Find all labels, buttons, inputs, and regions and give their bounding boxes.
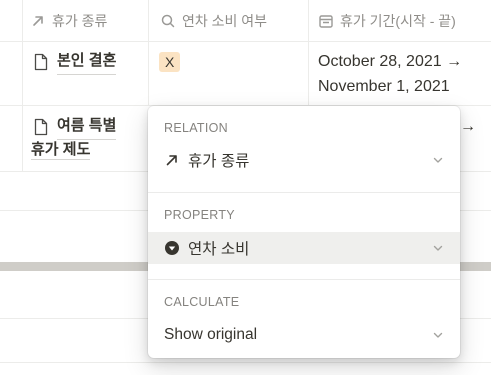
column-header-label: 연차 소비 여부 [182, 13, 268, 29]
chevron-down-icon [433, 332, 443, 338]
calculate-select[interactable]: Show original [148, 319, 460, 351]
column-divider [22, 0, 23, 172]
popup-divider [148, 192, 460, 193]
page-title: 본인 결혼 [57, 49, 117, 75]
relation-select[interactable]: 휴가 종류 [148, 144, 460, 176]
column-header-type[interactable]: 휴가 종류 [30, 0, 107, 42]
popup-divider [148, 279, 460, 280]
select-dropdown-icon [165, 241, 179, 255]
chevron-down-icon [433, 245, 443, 251]
column-divider [148, 0, 149, 106]
date-start: October 28, 2021 → [318, 53, 463, 70]
page-icon [34, 53, 48, 71]
section-label-relation: RELATION [164, 121, 228, 135]
date-arrow: → [460, 118, 476, 135]
page-title: 여름 특별 [57, 114, 117, 140]
calendar-icon [319, 15, 333, 28]
page-link[interactable]: 본인 결혼 [33, 49, 117, 75]
relation-value: 휴가 종류 [188, 153, 250, 170]
row-divider [0, 362, 491, 363]
column-header-period[interactable]: 휴가 기간(시작 - 끝) [318, 0, 456, 42]
property-select[interactable]: 연차 소비 [148, 232, 460, 264]
arrow-up-right-icon [33, 16, 43, 26]
arrow-up-right-icon [166, 155, 177, 166]
section-label-property: PROPERTY [164, 208, 235, 222]
page-link[interactable]: 여름 특별 [33, 114, 117, 140]
chevron-down-icon [433, 157, 443, 163]
column-header-label: 휴가 기간(시작 - 끝) [340, 13, 456, 29]
page-title: 휴가 제도 [31, 141, 91, 160]
column-header-used[interactable]: 연차 소비 여부 [160, 0, 267, 42]
section-label-calculate: CALCULATE [164, 295, 240, 309]
row-divider [0, 41, 491, 42]
search-icon [161, 14, 175, 28]
date-end: November 1, 2021 [318, 78, 450, 95]
column-header-label: 휴가 종류 [52, 13, 108, 29]
calculate-value: Show original [164, 326, 258, 343]
page-icon [34, 118, 48, 136]
rollup-config-popup: RELATION 휴가 종류 PROPERTY 연차 소비 CALCULATE … [148, 106, 460, 358]
column-divider [308, 0, 309, 106]
status-tag: X [159, 52, 181, 72]
property-value: 연차 소비 [188, 241, 250, 258]
page-link-continued[interactable]: 휴가 제도 [31, 138, 91, 162]
